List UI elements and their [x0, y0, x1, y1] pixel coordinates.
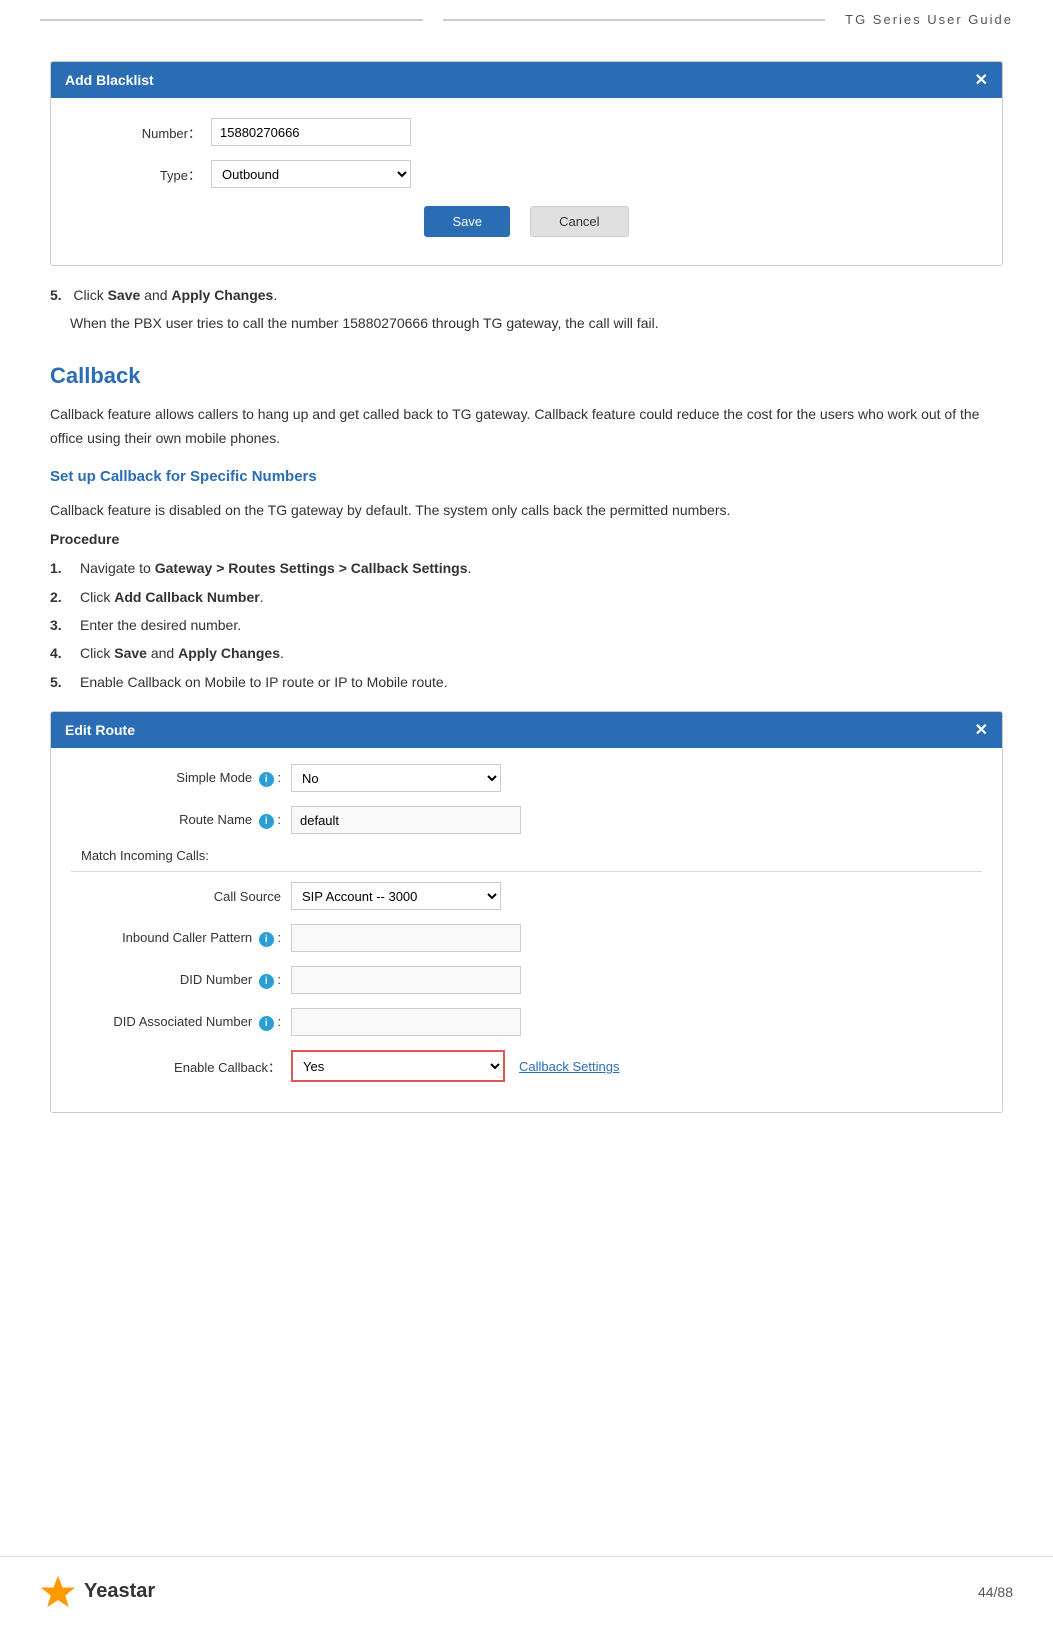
- add-blacklist-dialog: Add Blacklist ✕ Number： Type： Outbound I…: [50, 61, 1003, 266]
- number-input[interactable]: [211, 118, 411, 146]
- step-content-4: Click Save and Apply Changes.: [80, 642, 1003, 664]
- number-row: Number：: [81, 118, 972, 146]
- call-source-select[interactable]: SIP Account -- 3000: [291, 882, 501, 910]
- type-label: Type：: [81, 165, 201, 184]
- footer-logo: Yeastar: [40, 1574, 155, 1610]
- type-select[interactable]: Outbound Inbound: [211, 160, 411, 188]
- step-content-2: Click Add Callback Number.: [80, 586, 1003, 608]
- procedure-list: 1. Navigate to Gateway > Routes Settings…: [50, 557, 1003, 693]
- callback-settings-link[interactable]: Callback Settings: [519, 1059, 619, 1074]
- setup-callback-desc: Callback feature is disabled on the TG g…: [50, 499, 1003, 523]
- step5-save-bold: Save: [108, 287, 141, 303]
- add-blacklist-title: Add Blacklist: [65, 72, 154, 88]
- did-assoc-info-icon[interactable]: i: [259, 1016, 274, 1031]
- footer: Yeastar 44/88: [0, 1556, 1053, 1626]
- footer-page: 44/88: [978, 1584, 1013, 1600]
- add-blacklist-header: Add Blacklist ✕: [51, 62, 1002, 98]
- header-line-center: [443, 19, 826, 21]
- step4-save-bold: Save: [114, 645, 147, 661]
- match-incoming-label: Match Incoming Calls:: [81, 848, 982, 863]
- simple-mode-info-icon[interactable]: i: [259, 772, 274, 787]
- edit-route-dialog: Edit Route ✕ Simple Mode i : No Yes Rout…: [50, 711, 1003, 1113]
- edit-route-close[interactable]: ✕: [975, 720, 988, 740]
- inbound-caller-label: Inbound Caller Pattern i :: [71, 930, 281, 947]
- simple-mode-label: Simple Mode i :: [71, 770, 281, 787]
- save-button[interactable]: Save: [424, 206, 510, 237]
- edit-route-title: Edit Route: [65, 722, 135, 738]
- procedure-step-2: 2. Click Add Callback Number.: [50, 586, 1003, 608]
- setup-callback-heading: Set up Callback for Specific Numbers: [50, 468, 1003, 485]
- did-assoc-row: DID Associated Number i :: [71, 1008, 982, 1036]
- type-row: Type： Outbound Inbound: [81, 160, 972, 188]
- route-name-row: Route Name i :: [71, 806, 982, 834]
- step-num-3: 3.: [50, 614, 80, 636]
- did-number-input[interactable]: [291, 966, 521, 994]
- main-content: Add Blacklist ✕ Number： Type： Outbound I…: [0, 33, 1053, 1211]
- inbound-caller-input[interactable]: [291, 924, 521, 952]
- callback-heading: Callback: [50, 363, 1003, 389]
- inbound-caller-row: Inbound Caller Pattern i :: [71, 924, 982, 952]
- simple-mode-select[interactable]: No Yes: [291, 764, 501, 792]
- step1-bold: Gateway > Routes Settings > Callback Set…: [155, 560, 468, 576]
- header-title: TG Series User Guide: [835, 12, 1023, 27]
- did-number-info-icon[interactable]: i: [259, 974, 274, 989]
- step4-apply-bold: Apply Changes: [178, 645, 280, 661]
- step-num-1: 1.: [50, 557, 80, 579]
- did-assoc-input[interactable]: [291, 1008, 521, 1036]
- call-source-row: Call Source SIP Account -- 3000: [71, 882, 982, 910]
- number-label: Number：: [81, 123, 201, 142]
- header-line-left: [40, 19, 423, 21]
- did-number-label: DID Number i :: [71, 972, 281, 989]
- step-num-4: 4.: [50, 642, 80, 664]
- step-content-1: Navigate to Gateway > Routes Settings > …: [80, 557, 1003, 579]
- procedure-step-4: 4. Click Save and Apply Changes.: [50, 642, 1003, 664]
- step5-indent: When the PBX user tries to call the numb…: [70, 312, 1003, 334]
- footer-logo-text: Yeastar: [84, 1580, 155, 1603]
- did-assoc-label: DID Associated Number i :: [71, 1014, 281, 1031]
- procedure-step-5: 5. Enable Callback on Mobile to IP route…: [50, 671, 1003, 693]
- step2-bold: Add Callback Number: [114, 589, 259, 605]
- er-divider: [71, 871, 982, 872]
- edit-route-header: Edit Route ✕: [51, 712, 1002, 748]
- procedure-step-1: 1. Navigate to Gateway > Routes Settings…: [50, 557, 1003, 579]
- step5-apply-bold: Apply Changes: [171, 287, 273, 303]
- simple-mode-row: Simple Mode i : No Yes: [71, 764, 982, 792]
- add-blacklist-body: Number： Type： Outbound Inbound Save Canc…: [51, 98, 1002, 265]
- step-content-3: Enter the desired number.: [80, 614, 1003, 636]
- inbound-caller-info-icon[interactable]: i: [259, 932, 274, 947]
- route-name-input[interactable]: [291, 806, 521, 834]
- yeastar-logo-icon: [40, 1574, 76, 1610]
- route-name-label: Route Name i :: [71, 812, 281, 829]
- procedure-step-3: 3. Enter the desired number.: [50, 614, 1003, 636]
- edit-route-body: Simple Mode i : No Yes Route Name i : Ma…: [51, 748, 1002, 1112]
- procedure-heading: Procedure: [50, 531, 1003, 547]
- step5-text: 5. Click Save and Apply Changes.: [50, 284, 1003, 306]
- route-name-info-icon[interactable]: i: [259, 814, 274, 829]
- step-num-2: 2.: [50, 586, 80, 608]
- step-num-5: 5.: [50, 671, 80, 693]
- header-bar: TG Series User Guide: [0, 0, 1053, 27]
- enable-callback-select-wrap: Yes No: [291, 1050, 505, 1082]
- did-number-row: DID Number i :: [71, 966, 982, 994]
- step-content-5: Enable Callback on Mobile to IP route or…: [80, 671, 1003, 693]
- enable-callback-row: Enable Callback： Yes No Callback Setting…: [71, 1050, 982, 1082]
- call-source-label: Call Source: [71, 889, 281, 904]
- dialog-buttons: Save Cancel: [81, 206, 972, 237]
- add-blacklist-close[interactable]: ✕: [975, 70, 988, 90]
- step5-num: 5.: [50, 287, 62, 303]
- enable-callback-select[interactable]: Yes No: [293, 1052, 503, 1080]
- cancel-button[interactable]: Cancel: [530, 206, 628, 237]
- enable-callback-label: Enable Callback：: [71, 1057, 281, 1076]
- callback-desc: Callback feature allows callers to hang …: [50, 403, 1003, 451]
